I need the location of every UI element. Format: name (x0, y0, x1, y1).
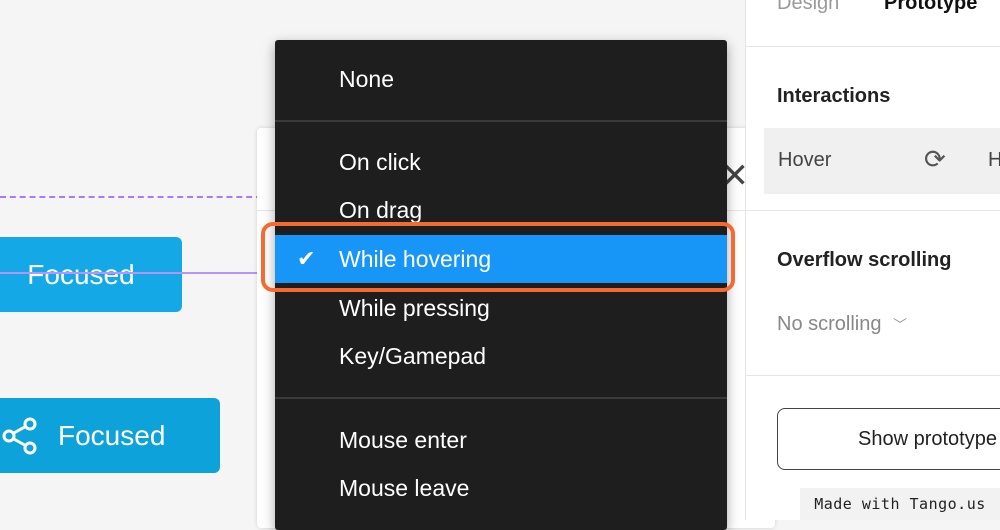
menu-item-on-click[interactable]: On click (275, 138, 727, 186)
menu-item-none[interactable]: None (275, 55, 727, 103)
menu-item-label: On drag (339, 196, 423, 223)
tab-prototype[interactable]: Prototype (884, 0, 977, 15)
overflow-scrolling-value: No scrolling (777, 313, 882, 335)
interactions-heading: Interactions (777, 85, 891, 107)
show-prototype-label: Show prototype (858, 427, 997, 450)
prototype-connector-line[interactable] (0, 272, 270, 274)
menu-item-label: Mouse leave (339, 474, 470, 501)
focused-button-component[interactable]: Focused (0, 237, 182, 312)
panel-tabs: Design Prototype (746, 0, 1000, 22)
tab-design[interactable]: Design (777, 0, 839, 15)
menu-divider (275, 397, 727, 399)
show-prototype-button[interactable]: Show prototype (777, 408, 1000, 470)
focused-button-label: Focused (27, 258, 135, 290)
focused-share-button-component[interactable]: Focused (0, 398, 220, 473)
menu-item-label: Key/Gamepad (339, 342, 487, 369)
tutorial-highlight-outline (261, 222, 735, 292)
menu-item-mouse-leave[interactable]: Mouse leave (275, 464, 727, 512)
tango-watermark: Made with Tango.us (800, 488, 1000, 520)
interaction-action-label: H (988, 149, 1000, 171)
sync-icon: ⟳ (924, 144, 946, 174)
menu-item-mouse-enter[interactable]: Mouse enter (275, 416, 727, 464)
panel-divider (746, 375, 1000, 376)
frame-guide-line (0, 196, 262, 198)
menu-item-label: None (339, 65, 394, 92)
menu-item-key-gamepad[interactable]: Key/Gamepad (275, 332, 727, 380)
panel-divider (746, 46, 1000, 47)
menu-item-label: Mouse enter (339, 426, 467, 453)
panel-divider (746, 210, 1000, 211)
overflow-scrolling-heading: Overflow scrolling (777, 249, 952, 271)
share-icon (2, 417, 37, 454)
focused-share-button-label: Focused (58, 419, 166, 451)
chevron-down-icon: ﹀ (893, 317, 908, 333)
interaction-row[interactable]: Hover ⟳ H (764, 128, 1000, 194)
menu-divider (275, 120, 727, 122)
overflow-scrolling-select[interactable]: No scrolling ﹀ (777, 313, 907, 336)
properties-panel: Design Prototype Interactions Hover ⟳ H … (745, 0, 1000, 520)
menu-item-label: While pressing (339, 294, 490, 321)
interaction-trigger-label: Hover (778, 149, 832, 171)
menu-item-label: On click (339, 148, 421, 175)
